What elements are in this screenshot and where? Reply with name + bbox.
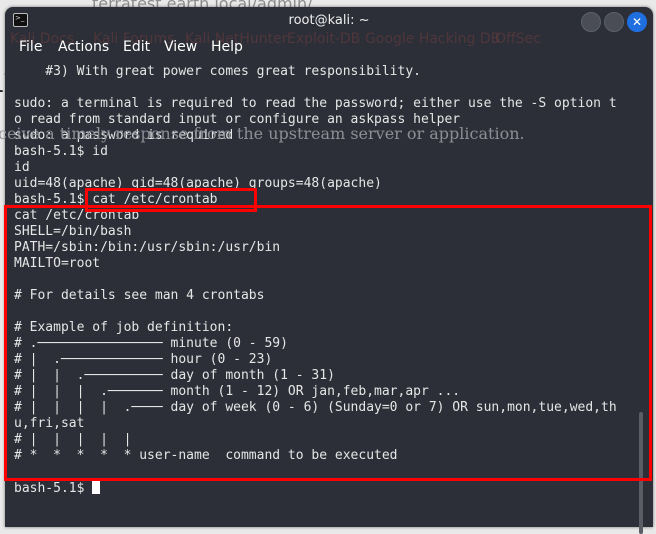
close-button[interactable]: ✕: [627, 12, 647, 32]
terminal-line: sudo: a password is required: [14, 128, 234, 143]
highlight-output-box: [4, 205, 652, 481]
terminal-line: bash-5.1$ id: [14, 144, 108, 159]
maximize-button[interactable]: [604, 12, 624, 32]
minimize-button[interactable]: [581, 12, 601, 32]
terminal-line: #3) With great power comes great respons…: [14, 64, 421, 79]
menu-edit[interactable]: Edit: [123, 39, 150, 55]
terminal-line: bash-5.1$: [14, 480, 617, 496]
terminal-line: sudo: a terminal is required to read the…: [14, 96, 617, 111]
menu-help[interactable]: Help: [211, 39, 243, 55]
menu-actions[interactable]: Actions: [58, 39, 109, 55]
terminal-line: o read from standard input or configure …: [14, 112, 461, 127]
cursor: [92, 480, 101, 494]
bookmark: Google Hacking DB: [365, 31, 501, 47]
menu-bar: Kali Docs Kali Forums Kali NetHunter Exp…: [5, 31, 653, 61]
terminal-line: id: [14, 160, 30, 175]
window-title: root@kali: ~: [288, 13, 370, 28]
menu-file[interactable]: File: [19, 39, 42, 55]
bookmark: OffSec: [495, 31, 541, 47]
bookmark: Exploit-DB: [287, 31, 361, 47]
menu-view[interactable]: View: [164, 39, 197, 55]
